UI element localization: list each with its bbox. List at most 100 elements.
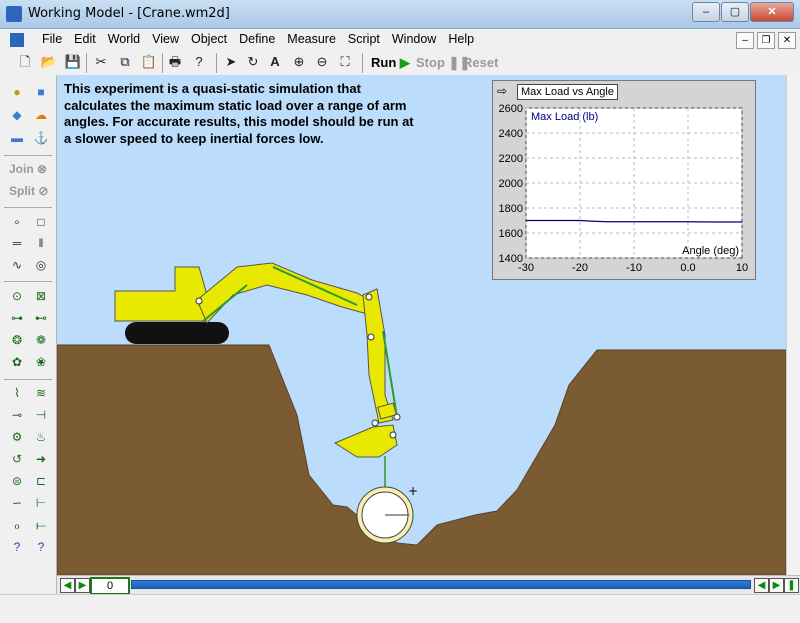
pin-joint[interactable] [389,431,397,439]
window-title: Working Model - [Crane.wm2d] [28,6,230,21]
anchor-tool-icon[interactable]: ⚓ [32,129,50,147]
menu-help[interactable]: Help [442,32,480,46]
x-tick-label: -10 [626,262,642,274]
menu-window[interactable]: Window [386,32,442,46]
excavator-bucket[interactable] [333,424,398,458]
load-center-marker: + [408,484,418,498]
playback-bar[interactable]: ◀ ▶ 0 ◀ ▶ ❚ [57,575,800,595]
help-icon[interactable]: ? [190,53,208,71]
save-icon[interactable]: 💾 [64,53,82,71]
paste-icon[interactable]: 📋 [140,53,158,71]
circle-tool-icon[interactable]: ● [8,83,26,101]
meter-arrow-icon[interactable]: ⇨ [497,84,513,98]
arrow-tool-icon[interactable]: ➤ [222,53,240,71]
curved-slot-icon[interactable]: ∿ [8,256,26,274]
zoom-out-icon[interactable]: ⊖ [313,53,331,71]
rigid-joint-icon[interactable]: ⊠ [32,287,50,305]
zoom-in-icon[interactable]: ⊕ [290,53,308,71]
keyed-slot-icon[interactable]: ⊷ [32,309,50,327]
doc-minimize-button[interactable]: – [736,32,754,49]
step-back-button[interactable]: ◀ [754,578,769,593]
point-tool-icon[interactable]: ∘ [8,213,26,231]
actuator-icon[interactable]: ⊏ [32,472,50,490]
menu-edit[interactable]: Edit [68,32,102,46]
play-button[interactable]: ▶ [75,578,90,593]
pin-joint[interactable] [195,297,203,305]
rotational-damper-icon[interactable]: ⊢ [32,494,50,512]
simulation-canvas[interactable]: + This experiment is a quasi-static simu… [57,75,786,575]
new-file-icon[interactable]: 🗋 [16,53,34,71]
run-button[interactable]: Run ▶ [371,55,410,71]
menu-view[interactable]: View [146,32,185,46]
meter-title[interactable]: Max Load vs Angle [517,84,618,100]
gear-icon[interactable]: ⚙ [8,428,26,446]
motor-icon[interactable]: ⊜ [8,472,26,490]
rotational-spring-icon[interactable]: ∽ [8,494,26,512]
menu-file[interactable]: File [36,32,68,46]
ground-terrain [57,344,786,575]
menu-measure[interactable]: Measure [281,32,342,46]
pin-joint-icon[interactable]: ⊙ [8,287,26,305]
curved-slot-joint-icon[interactable]: ❂ [8,331,26,349]
menu-define[interactable]: Define [233,32,281,46]
end-button[interactable]: ❚ [784,578,799,593]
damper-icon[interactable]: ≋ [32,384,50,402]
x-tick-label: -20 [572,262,588,274]
query-properties-icon[interactable]: ? [32,538,50,556]
copy-icon[interactable]: ⧉ [116,53,134,71]
length-icon[interactable]: ⟝ [32,516,50,534]
doc-close-button[interactable]: ✕ [778,32,796,49]
reset-button[interactable]: Reset [463,55,498,70]
menu-world[interactable]: World [102,32,146,46]
closed-slot-joint-icon[interactable]: ❁ [32,331,50,349]
separator-icon[interactable]: ⊣ [32,406,50,424]
split-button[interactable]: Split ⊘ [9,184,48,198]
text-tool-icon[interactable]: A [266,53,284,71]
square-point-tool-icon[interactable]: □ [32,213,50,231]
rewind-button[interactable]: ◀ [60,578,75,593]
vertical-slot-icon[interactable]: ‖ [32,234,50,252]
closed-slot-icon[interactable]: ◎ [32,256,50,274]
square-tool-icon[interactable]: ▬ [8,129,26,147]
meter-graph-window[interactable]: ⇨ Max Load vs Angle 2600 2400 2200 2000 1800… [492,80,756,280]
cut-icon[interactable]: ✂ [92,53,110,71]
rope-icon[interactable]: ⊸ [8,406,26,424]
pin-joint[interactable] [371,419,379,427]
pin-joint[interactable] [365,293,373,301]
zoom-fit-icon[interactable]: ⛶ [336,53,354,71]
rod-icon[interactable]: ℴ [8,516,26,534]
document-icon[interactable] [10,33,24,47]
pulley-icon[interactable]: ♨ [32,428,50,446]
slot-joint-icon[interactable]: ⊶ [8,309,26,327]
rotate-tool-icon[interactable]: ↻ [244,53,262,71]
maximize-button[interactable]: ▢ [721,2,749,22]
wheel-joint-icon[interactable]: ✿ [8,353,26,371]
frame-counter[interactable]: 0 [90,577,130,595]
minimize-button[interactable]: – [692,2,720,22]
join-button[interactable]: Join ⊗ [9,162,47,176]
force-icon[interactable]: ➜ [32,450,50,468]
spring-icon[interactable]: ⌇ [8,384,26,402]
menu-object[interactable]: Object [185,32,233,46]
excavator-body[interactable] [114,266,208,322]
pin-joint[interactable] [367,333,375,341]
close-button[interactable]: ✕ [750,2,794,22]
polygon-tool-icon[interactable]: ◆ [8,106,26,124]
excavator-tracks[interactable] [125,322,229,344]
x-axis-label: Angle (deg) [682,245,739,257]
torque-icon[interactable]: ↺ [8,450,26,468]
open-file-icon[interactable]: 📂 [40,53,58,71]
print-icon[interactable]: 🖶 [166,53,184,71]
excavator-stick[interactable] [362,288,394,424]
menu-script[interactable]: Script [342,32,386,46]
query-info-icon[interactable]: ? [8,538,26,556]
horizontal-slot-icon[interactable]: ═ [8,234,26,252]
curved-body-tool-icon[interactable]: ☁ [32,106,50,124]
tape-track[interactable] [131,580,751,589]
rectangle-tool-icon[interactable]: ■ [32,83,50,101]
step-forward-button[interactable]: ▶ [769,578,784,593]
doc-restore-button[interactable]: ❐ [757,32,775,49]
motor-joint-icon[interactable]: ❀ [32,353,50,371]
vertical-scrollbar[interactable] [786,75,800,575]
pin-joint[interactable] [393,413,401,421]
